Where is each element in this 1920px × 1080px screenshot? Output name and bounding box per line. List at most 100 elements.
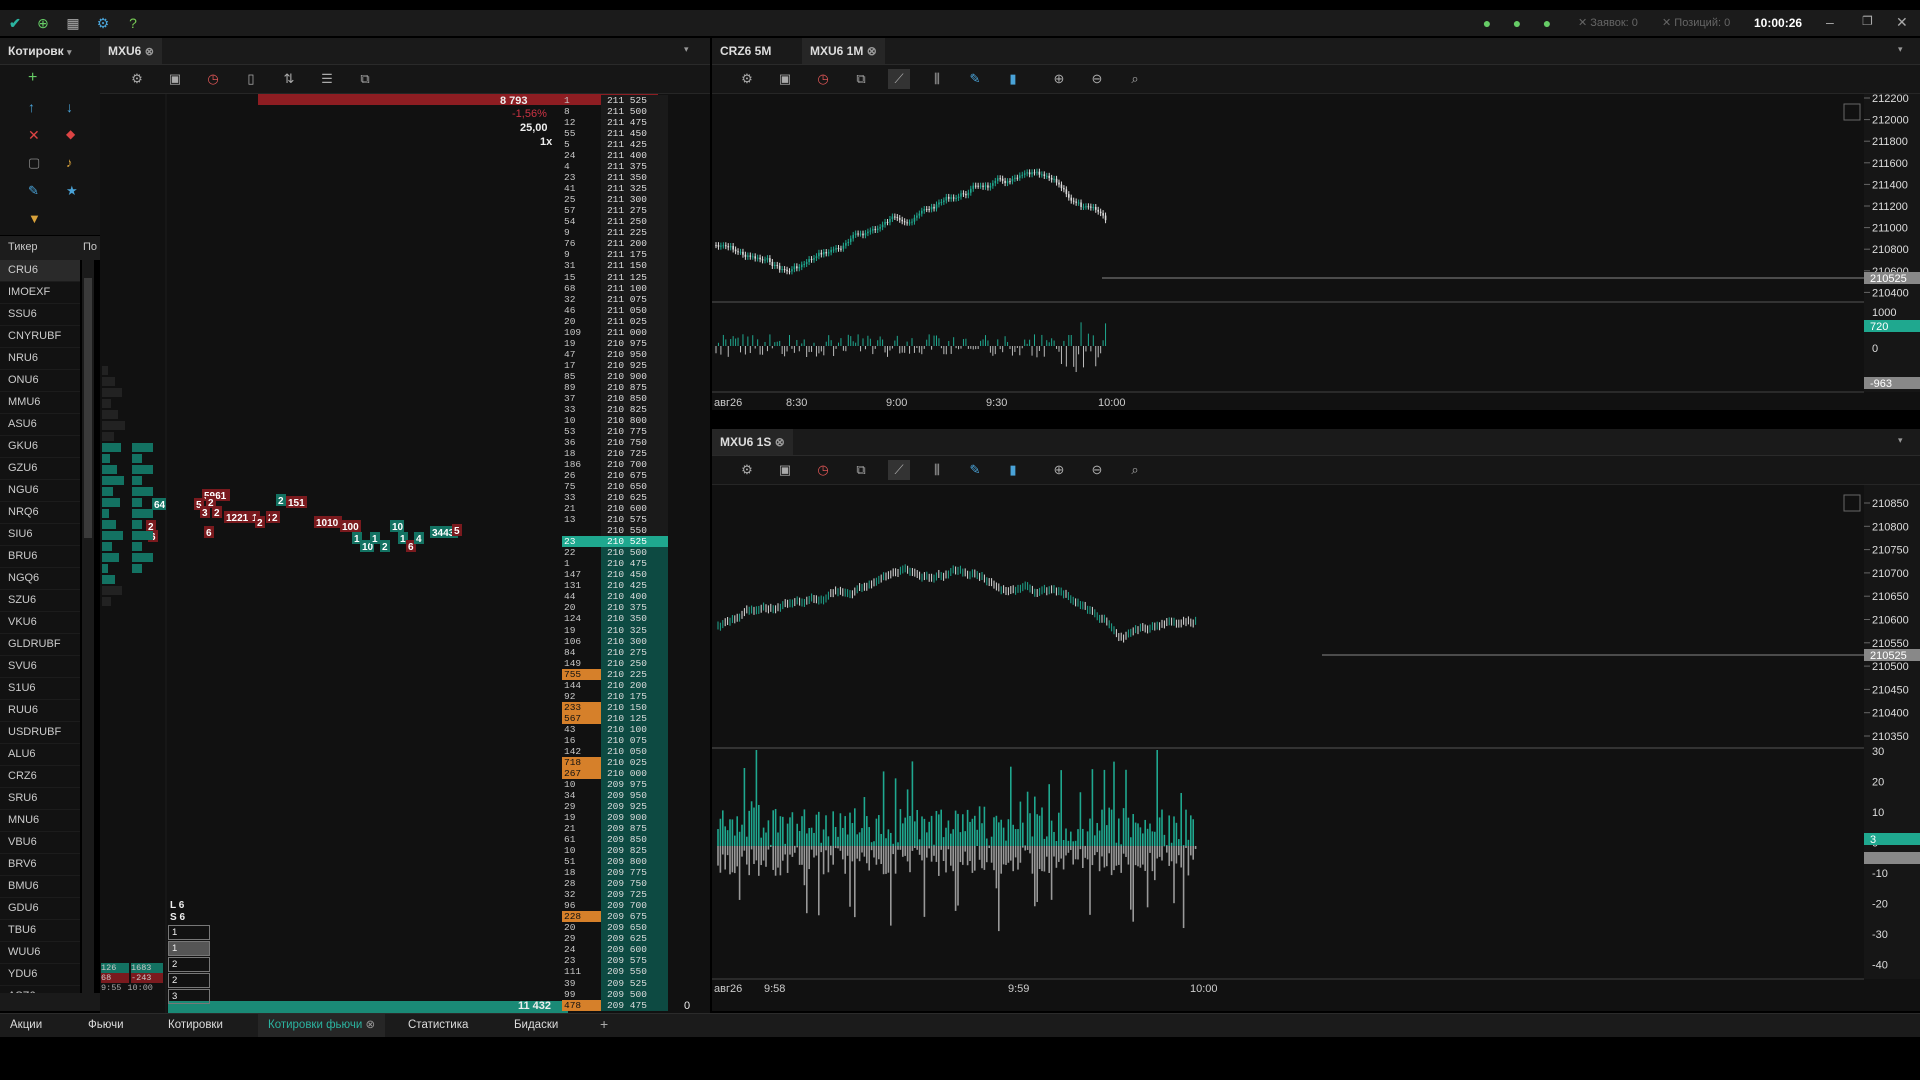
secondary-column-header[interactable]: По <box>83 241 97 253</box>
ticker-row[interactable]: BMU6 <box>0 876 80 898</box>
dom-row[interactable]: 20 211 025 <box>562 315 668 327</box>
ticker-row[interactable]: SIU6 <box>0 524 80 546</box>
dom-row[interactable]: 20 210 375 <box>562 602 668 614</box>
dom-row[interactable]: 9 211 225 <box>562 227 668 239</box>
dom-row[interactable]: 68 211 100 <box>562 282 668 294</box>
tab-quotes[interactable]: Котировк ▾ <box>0 38 80 64</box>
bar-chart-icon[interactable]: ▮ <box>1002 460 1024 480</box>
dom-row[interactable]: 13 210 575 <box>562 514 668 526</box>
dom-row[interactable]: 755 210 225 <box>562 668 668 680</box>
dom-row[interactable]: 39 209 525 <box>562 977 668 989</box>
dom-row[interactable]: 85 210 900 <box>562 370 668 382</box>
dom-row[interactable]: 718 210 025 <box>562 756 668 768</box>
line-tool-icon[interactable]: ⟋ <box>888 69 910 89</box>
dom-row[interactable]: 228 209 675 <box>562 911 668 923</box>
arrow-up-icon[interactable]: ↑ <box>28 99 35 115</box>
dom-row[interactable]: 51 209 800 <box>562 856 668 868</box>
close-window-button[interactable]: ✕ <box>1896 14 1908 31</box>
dom-row[interactable]: 10 210 800 <box>562 414 668 426</box>
dom-row[interactable]: 32 209 725 <box>562 889 668 901</box>
dom-row[interactable]: 44 210 400 <box>562 591 668 603</box>
dom-row[interactable]: 21 210 600 <box>562 503 668 515</box>
delete-icon[interactable]: ✕ <box>28 127 40 144</box>
search-icon[interactable]: ⌕ <box>1124 69 1146 89</box>
brush-icon[interactable]: ✎ <box>964 69 986 89</box>
positions-counter[interactable]: ✕ Позиций: 0 <box>1662 16 1730 29</box>
settings-icon[interactable]: ⚙ <box>736 460 758 480</box>
dom-row[interactable]: 29 209 625 <box>562 933 668 945</box>
dom-row[interactable]: 15 211 125 <box>562 271 668 283</box>
table-icon[interactable]: ▦ <box>64 14 82 32</box>
eraser-icon[interactable]: ◆ <box>66 127 75 141</box>
minimize-button[interactable]: – <box>1826 14 1834 30</box>
tab-crz6-5m[interactable]: CRZ6 5M <box>712 38 779 64</box>
ticker-row[interactable]: SVU6 <box>0 656 80 678</box>
ticker-row[interactable]: USDRUBF <box>0 722 80 744</box>
pencil-icon[interactable]: ✎ <box>28 183 39 199</box>
dom-row[interactable]: 99 209 500 <box>562 988 668 1000</box>
dom-row[interactable]: 24 211 400 <box>562 150 668 162</box>
ticker-row[interactable]: MMU6 <box>0 392 80 414</box>
ticker-row[interactable]: GZU6 <box>0 458 80 480</box>
dom-row[interactable]: 89 210 875 <box>562 381 668 393</box>
dom-row[interactable]: 149 210 250 <box>562 657 668 669</box>
chevron-down-icon[interactable]: ▾ <box>684 44 689 55</box>
dom-ladder[interactable]: 1 211 525 8 211 500 12 211 475 55 211 450 5 211 4… <box>562 95 668 1011</box>
dom-row[interactable]: 84 210 275 <box>562 646 668 658</box>
ticker-column-header[interactable]: Тикер <box>8 241 38 253</box>
add-tab-icon[interactable]: + <box>600 1016 608 1032</box>
ticker-row[interactable]: RUU6 <box>0 700 80 722</box>
close-tab-icon[interactable]: ⊗ <box>362 1019 376 1031</box>
ticker-row[interactable]: NGQ6 <box>0 568 80 590</box>
close-tab-icon[interactable]: ⊗ <box>145 46 154 58</box>
lot-button[interactable]: 2 <box>168 973 210 988</box>
dom-row[interactable]: 26 210 675 <box>562 470 668 482</box>
dom-row[interactable]: 267 210 000 <box>562 767 668 779</box>
clock-icon[interactable]: ◷ <box>812 460 834 480</box>
bottom-tab[interactable]: Фьючи <box>78 1014 134 1037</box>
ticker-list-hscroll[interactable] <box>0 993 100 1011</box>
dom-row[interactable]: 109 211 000 <box>562 326 668 338</box>
dom-row[interactable]: 18 209 775 <box>562 867 668 879</box>
add-icon[interactable]: + <box>28 69 37 87</box>
dom-row[interactable]: 1 210 475 <box>562 558 668 570</box>
ticker-row[interactable]: SRU6 <box>0 788 80 810</box>
dom-row[interactable]: 142 210 050 <box>562 745 668 757</box>
ticker-row[interactable]: ALU6 <box>0 744 80 766</box>
copy-icon[interactable]: ⧉ <box>354 69 376 89</box>
close-tab-icon[interactable]: ⊗ <box>867 44 877 58</box>
ticker-row[interactable]: CNYRUBF <box>0 326 80 348</box>
list-icon[interactable]: ☰ <box>316 69 338 89</box>
ticker-row[interactable]: CRZ6 <box>0 766 80 788</box>
dom-row[interactable]: 12 211 475 <box>562 117 668 129</box>
tab-mxu6-1m[interactable]: MXU6 1M ⊗ <box>802 38 885 64</box>
ticker-row[interactable]: NRQ6 <box>0 502 80 524</box>
dom-row[interactable]: 22 210 500 <box>562 547 668 559</box>
dom-row[interactable]: 10 209 825 <box>562 845 668 857</box>
dom-row[interactable]: 43 210 100 <box>562 723 668 735</box>
dom-row[interactable]: 19 210 325 <box>562 624 668 636</box>
ticker-row[interactable]: S1U6 <box>0 678 80 700</box>
help-icon[interactable]: ? <box>124 14 142 32</box>
bottom-tab[interactable]: Бидаски <box>504 1014 568 1037</box>
dom-row[interactable]: 31 211 150 <box>562 260 668 272</box>
dom-row[interactable]: 23 209 575 <box>562 955 668 967</box>
dom-row[interactable]: 55 211 450 <box>562 128 668 140</box>
dom-row[interactable]: 131 210 425 <box>562 580 668 592</box>
ticker-row[interactable]: NRU6 <box>0 348 80 370</box>
ticker-row[interactable]: TBU6 <box>0 920 80 942</box>
line-tool-icon[interactable]: ⟋ <box>888 460 910 480</box>
ticker-row[interactable]: GDU6 <box>0 898 80 920</box>
dom-row[interactable]: 144 210 200 <box>562 679 668 691</box>
briefcase-icon[interactable]: ▣ <box>164 69 186 89</box>
dom-row[interactable]: 9 211 175 <box>562 249 668 261</box>
chevron-down-icon[interactable]: ▾ <box>1898 435 1903 446</box>
chevron-down-icon[interactable]: ▾ <box>1898 44 1903 55</box>
dom-row[interactable]: 21 209 875 <box>562 823 668 835</box>
ticker-row[interactable]: GKU6 <box>0 436 80 458</box>
lot-button[interactable]: 2 <box>168 957 210 972</box>
star-icon[interactable]: ★ <box>66 183 78 199</box>
settings-icon[interactable]: ⚙ <box>736 69 758 89</box>
dom-row[interactable]: 1 211 525 <box>562 95 668 107</box>
dom-row[interactable]: 147 210 450 <box>562 569 668 581</box>
